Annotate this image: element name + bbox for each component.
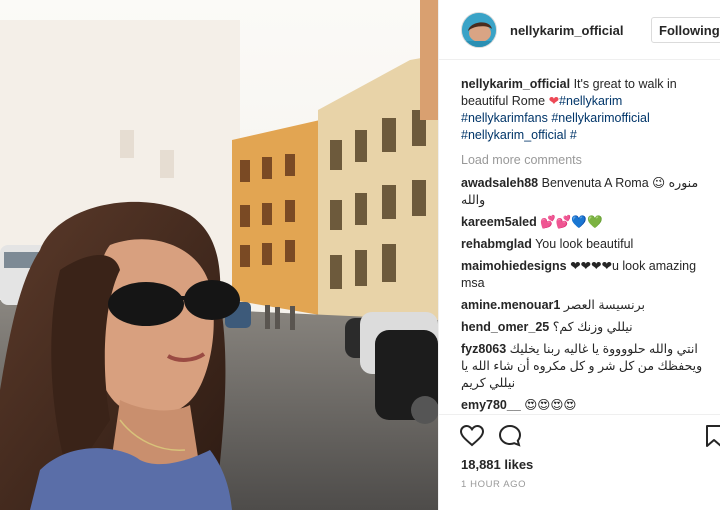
caption-username[interactable]: nellykarim_official (461, 77, 570, 91)
comment: kareem5aled 💕💕💙💚 (461, 214, 707, 231)
comment: hend_omer_25 نيللي وزنك كم؟ (461, 319, 707, 336)
hashtag-link[interactable]: # (570, 128, 577, 142)
comment-text: 😍😍😍😍 (524, 398, 577, 412)
comment: amine.menouar1 برنسيسة العصر (461, 297, 707, 314)
heart-emoji: ❤ (548, 94, 560, 108)
post-header: nellykarim_official Following (439, 0, 720, 60)
heart-outline-icon[interactable] (459, 423, 485, 449)
post-actions: 18,881 likes 1 HOUR AGO (439, 414, 720, 510)
comments-list[interactable]: nellykarim_official It's great to walk i… (461, 76, 707, 414)
comment-username[interactable]: kareem5aled (461, 215, 537, 229)
comment-username[interactable]: awadsaleh88 (461, 176, 538, 190)
comment: awadsaleh88 Benvenuta A Roma 😉 منوره وال… (461, 175, 707, 209)
bookmark-icon[interactable] (701, 423, 720, 449)
hashtag-link[interactable]: #nellykarimofficial (551, 111, 649, 125)
comment: maimohiedesigns ❤❤❤❤u look amazing msa (461, 258, 707, 292)
comment: emy780__ 😍😍😍😍 (461, 397, 707, 414)
hashtag-link[interactable]: #nellykarim_official (461, 128, 566, 142)
hashtag-link[interactable]: #nellykarim (559, 94, 622, 108)
comment-text: نيللي وزنك كم؟ (552, 320, 633, 334)
comment: fyz8063 انتي والله حلووووة يا غاليه ربنا… (461, 341, 707, 392)
avatar[interactable] (461, 12, 497, 48)
load-more-comments-link[interactable]: Load more comments (461, 152, 707, 169)
comment-username[interactable]: rehabmglad (461, 237, 532, 251)
comment-username[interactable]: fyz8063 (461, 342, 506, 356)
following-button[interactable]: Following (651, 17, 720, 43)
comment-username[interactable]: hend_omer_25 (461, 320, 549, 334)
comment-text: You look beautiful (535, 237, 634, 251)
comment-username[interactable]: maimohiedesigns (461, 259, 567, 273)
likes-count[interactable]: 18,881 likes (461, 457, 533, 472)
post-photo[interactable] (0, 0, 438, 510)
speech-bubble-icon[interactable] (497, 423, 523, 449)
comment-username[interactable]: amine.menouar1 (461, 298, 560, 312)
post-timestamp[interactable]: 1 HOUR AGO (461, 479, 526, 490)
comment-text: برنسيسة العصر (563, 298, 645, 312)
avatar-image (462, 13, 496, 47)
hashtag-link[interactable]: #nellykarimfans (461, 111, 548, 125)
comment-text: 💕💕💙💚 (540, 215, 603, 229)
comment-username[interactable]: emy780__ (461, 398, 521, 412)
post-username[interactable]: nellykarim_official (510, 23, 623, 38)
post-caption: nellykarim_official It's great to walk i… (461, 76, 707, 144)
post-sidebar: nellykarim_official Following nellykarim… (438, 0, 720, 510)
comment: rehabmglad You look beautiful (461, 236, 707, 253)
street-selfie-image (0, 0, 438, 510)
